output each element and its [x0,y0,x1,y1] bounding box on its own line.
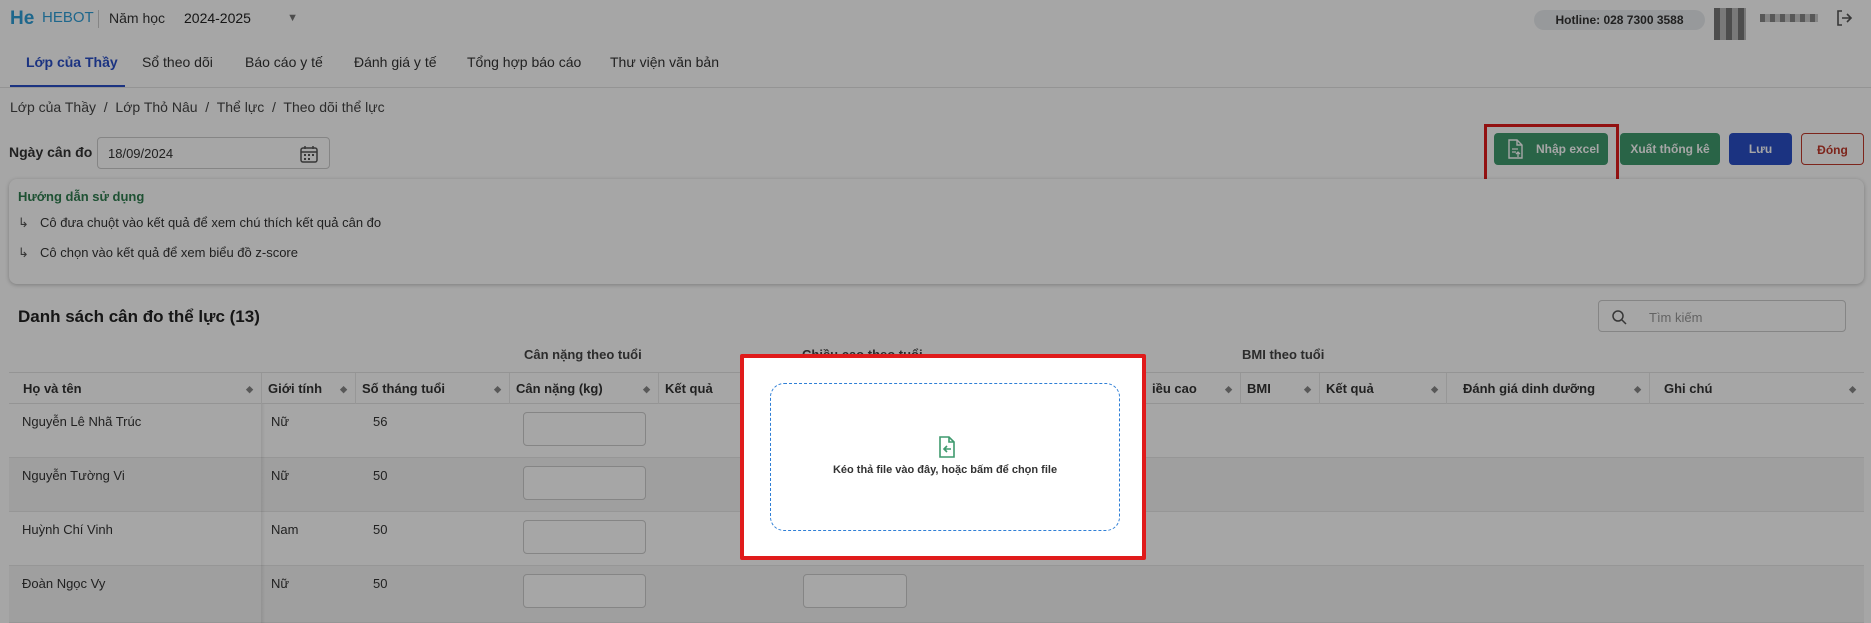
upload-modal-highlight [740,354,1146,560]
